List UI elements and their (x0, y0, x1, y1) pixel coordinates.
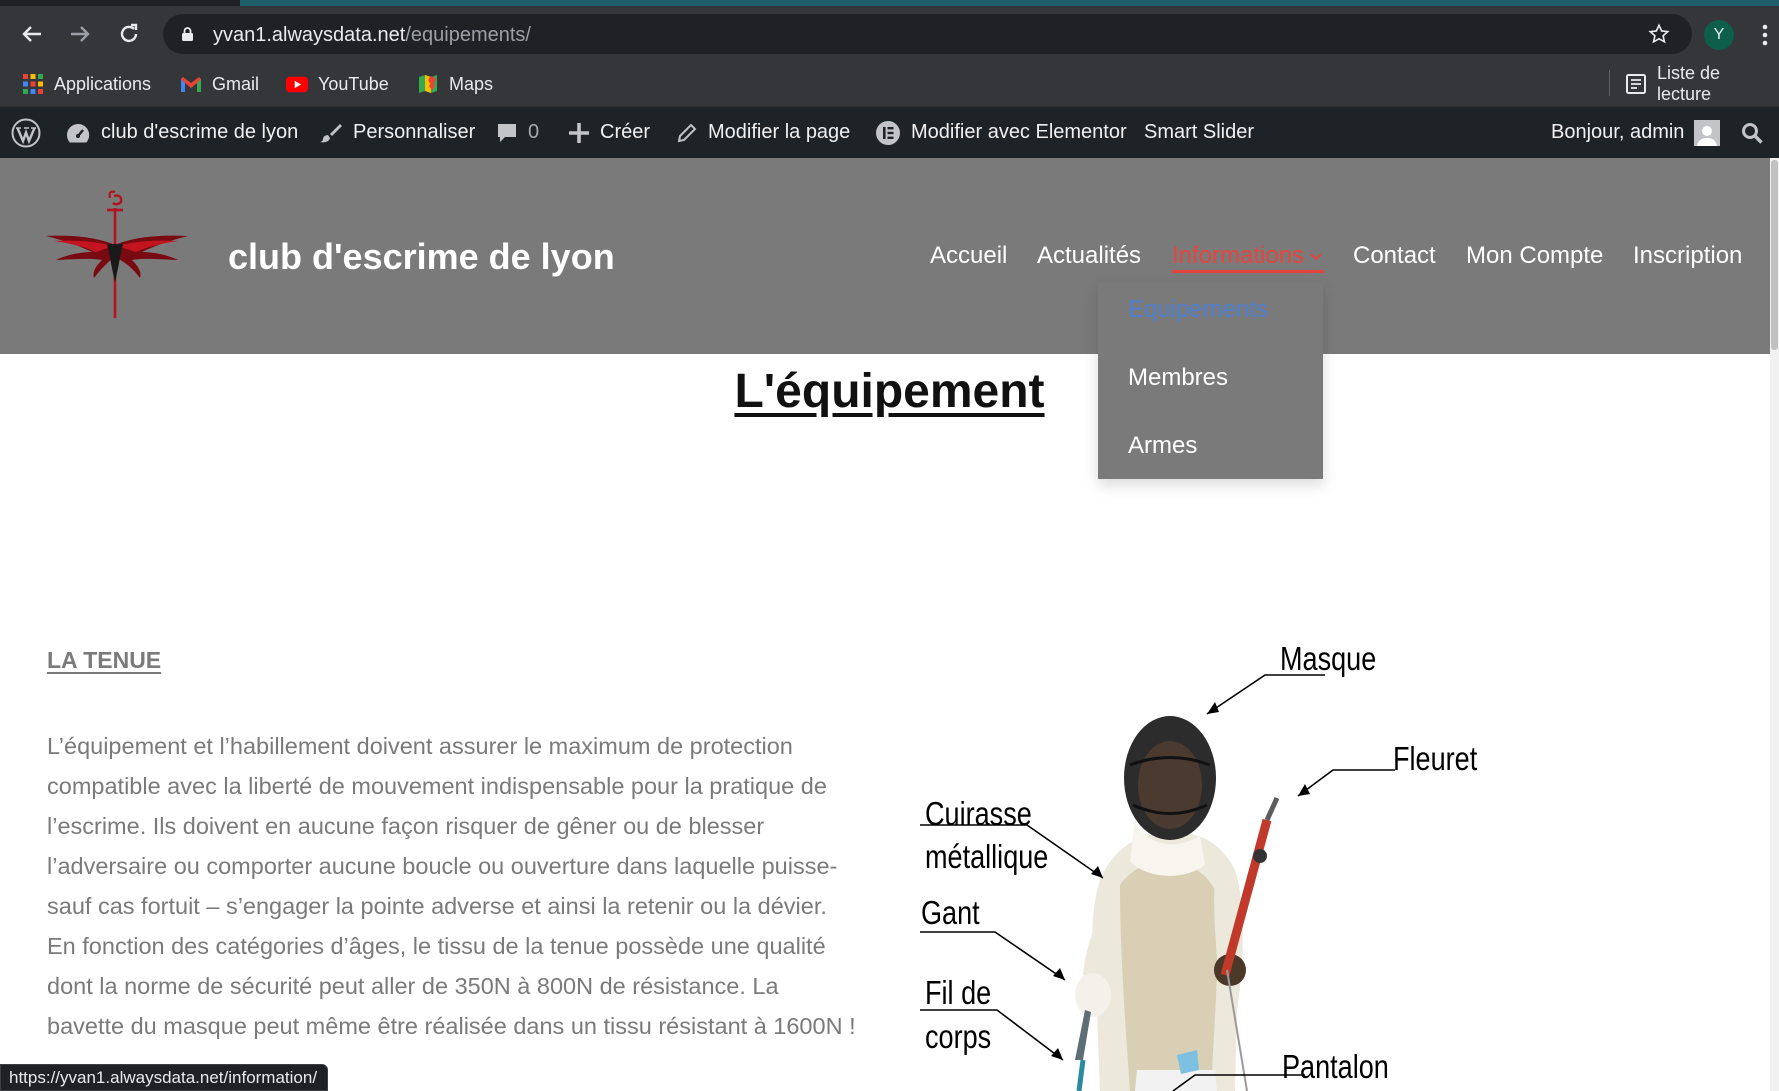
label-cuirasse-line1: Cuirasse (925, 795, 1032, 832)
forward-button[interactable] (63, 17, 97, 51)
edit-elementor-link[interactable]: Modifier avec Elementor (875, 107, 1127, 158)
reload-icon (120, 23, 138, 43)
bookmark-applications[interactable]: Applications (22, 71, 151, 97)
label-pantalon: Pantalon (1282, 1048, 1389, 1085)
edit-page-link[interactable]: Modifier la page (676, 107, 850, 158)
label-fil-line2: corps (925, 1018, 992, 1055)
bookmark-label: YouTube (318, 73, 389, 94)
apps-grid-icon (22, 73, 44, 95)
label-cuirasse-line2: métallique (925, 838, 1049, 875)
reading-list-icon (1625, 73, 1647, 95)
bookmark-label: Maps (449, 73, 494, 94)
reading-list-button[interactable]: Liste de lecture (1625, 63, 1779, 104)
reload-button[interactable] (112, 17, 146, 51)
fencing-equipment-figure: Masque Fleuret Cuirasse métallique Gant … (915, 630, 1495, 1091)
menu-item-inscription[interactable]: Inscription (1633, 242, 1742, 270)
label-gant: Gant (921, 894, 980, 931)
menu-item-mon-compte[interactable]: Mon Compte (1466, 242, 1603, 270)
smart-slider-link[interactable]: Smart Slider (1144, 107, 1254, 158)
lock-icon (182, 27, 193, 41)
paragraph-line: bavette du masque peut même être réalisé… (47, 1013, 856, 1039)
active-menu-underline (1172, 270, 1324, 273)
comment-bubble-icon (496, 122, 518, 144)
paragraph-line: compatible avec la liberté de mouvement … (47, 773, 827, 799)
paragraph-line: l’adversaire ou comporter aucune boucle … (47, 853, 838, 879)
url-path: /equipements/ (405, 24, 531, 46)
paragraph-line: L’équipement et l’habillement doivent as… (47, 733, 793, 759)
new-content-link[interactable]: Créer (568, 107, 650, 158)
bookmark-label: Gmail (212, 73, 260, 94)
menu-item-contact[interactable]: Contact (1353, 242, 1436, 270)
arrow-left-icon (22, 26, 41, 42)
menu-item-informations-label: Informations (1172, 242, 1305, 269)
bookmark-label: Applications (54, 73, 152, 94)
search-icon (1741, 122, 1763, 144)
menu-item-informations[interactable]: Informations (1172, 242, 1322, 270)
bookmark-youtube[interactable]: YouTube (286, 71, 389, 97)
pencil-icon (676, 122, 698, 144)
url-host: yvan1.alwaysdata.net (213, 24, 406, 46)
submenu-item-equipements[interactable]: Equipements (1128, 296, 1268, 324)
reading-list-label: Liste de lecture (1656, 63, 1721, 104)
bookmark-star-icon[interactable] (1648, 23, 1670, 45)
site-header: club d'escrime de lyon Accueil Actualité… (0, 158, 1779, 354)
comments-link[interactable]: 0 (496, 107, 539, 158)
user-avatar-icon (1694, 119, 1721, 146)
page-title: L'équipement (734, 365, 1045, 418)
link-status-bar: https://yvan1.alwaysdata.net/information… (0, 1064, 329, 1091)
paragraph-line: En fonction des catégories d’âges, le ti… (47, 933, 826, 959)
more-menu-icon[interactable] (1760, 20, 1770, 50)
wordpress-logo-button[interactable] (11, 107, 41, 158)
address-bar[interactable]: yvan1.alwaysdata.net/equipements/ (163, 14, 1692, 54)
admin-search-button[interactable] (1741, 107, 1763, 158)
label-fil-line1: Fil de (925, 974, 992, 1011)
label-fleuret: Fleuret (1393, 740, 1478, 777)
paragraph-line: l’escrime. Ils doivent en aucune façon r… (47, 813, 765, 839)
paragraph-line: dont la norme de sécurité peut aller de … (47, 973, 779, 999)
elementor-icon (875, 120, 901, 146)
body-paragraph: L’équipement et l’habillement doivent as… (47, 726, 882, 1046)
profile-avatar[interactable]: Y (1704, 20, 1734, 50)
paragraph-line: sauf cas fortuit – s’engager la pointe a… (47, 893, 827, 919)
site-name-label: club d'escrime de lyon (101, 121, 299, 143)
youtube-icon (286, 73, 308, 95)
wordpress-icon (11, 118, 41, 148)
dashboard-icon (65, 122, 91, 144)
site-name-link[interactable]: club d'escrime de lyon (65, 107, 298, 158)
menu-item-actualites[interactable]: Actualités (1037, 242, 1141, 270)
submenu-item-membres[interactable]: Membres (1128, 364, 1228, 392)
url-text: yvan1.alwaysdata.net/equipements/ (213, 24, 531, 47)
bookmarks-separator (1609, 70, 1610, 96)
bookmark-gmail[interactable]: Gmail (180, 71, 259, 97)
section-heading: LA TENUE (47, 647, 162, 673)
new-content-label: Créer (600, 121, 651, 143)
edit-page-label: Modifier la page (708, 121, 851, 143)
smart-slider-label: Smart Slider (1144, 121, 1255, 143)
menu-item-accueil[interactable]: Accueil (930, 242, 1007, 270)
paintbrush-icon (319, 121, 343, 145)
scrollbar-thumb[interactable] (1771, 160, 1778, 350)
greeting-label: Bonjour, admin (1551, 121, 1685, 143)
bookmark-maps[interactable]: Maps (417, 71, 493, 97)
edit-elementor-label: Modifier avec Elementor (911, 121, 1127, 143)
comments-count: 0 (528, 121, 540, 143)
plus-icon (568, 122, 590, 144)
label-masque: Masque (1280, 640, 1377, 677)
my-account-link[interactable]: Bonjour, admin (1551, 107, 1721, 158)
gmail-icon (180, 73, 202, 95)
chevron-down-icon (1310, 252, 1322, 261)
informations-submenu: Equipements Membres Armes (1098, 282, 1323, 479)
wp-admin-bar: club d'escrime de lyon Personnaliser 0 C… (0, 107, 1779, 158)
maps-icon (417, 73, 439, 95)
site-title[interactable]: club d'escrime de lyon (228, 236, 615, 278)
submenu-item-armes[interactable]: Armes (1128, 432, 1197, 460)
customize-link[interactable]: Personnaliser (319, 107, 475, 158)
customize-label: Personnaliser (353, 121, 476, 143)
bookmarks-bar: Applications Gmail YouTube Maps Liste de… (0, 61, 1779, 107)
browser-toolbar: yvan1.alwaysdata.net/equipements/ Y (0, 6, 1779, 61)
back-button[interactable] (15, 17, 49, 51)
site-logo[interactable] (44, 186, 190, 322)
arrow-right-icon (71, 26, 90, 42)
